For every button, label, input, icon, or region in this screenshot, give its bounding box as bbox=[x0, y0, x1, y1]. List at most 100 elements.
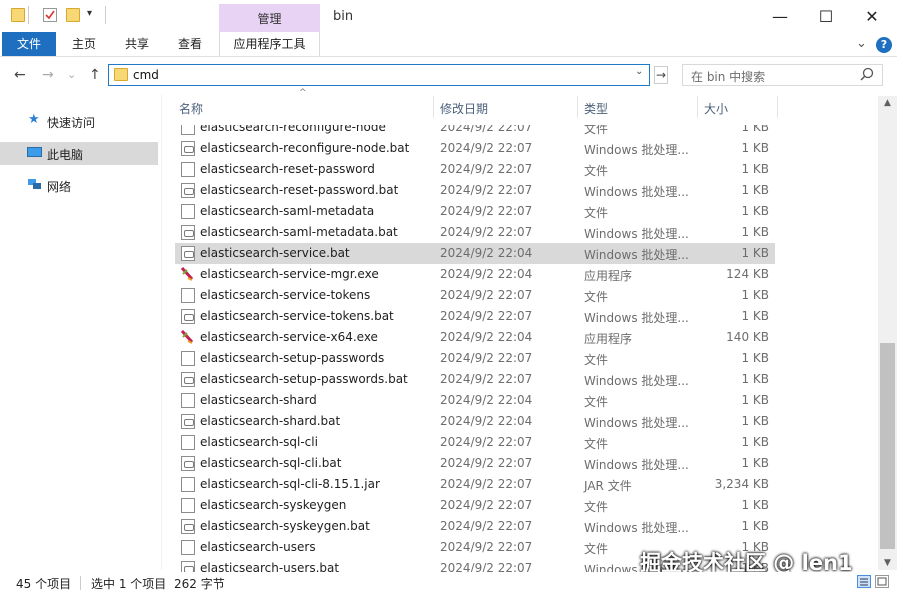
file-date: 2024/9/2 22:07 bbox=[440, 498, 533, 512]
status-item-count: 45 个项目 bbox=[16, 577, 72, 591]
file-name: elasticsearch-reset-password.bat bbox=[200, 183, 399, 197]
file-size: 1 KB bbox=[741, 246, 769, 260]
file-size: 1 KB bbox=[741, 372, 769, 386]
file-date: 2024/9/2 22:07 bbox=[440, 141, 533, 155]
file-type: 应用程序 bbox=[584, 332, 633, 346]
file-icon bbox=[181, 540, 195, 555]
application-icon bbox=[179, 266, 194, 281]
file-size: 140 KB bbox=[726, 330, 769, 344]
file-row[interactable]: elasticsearch-setup-passwords 2024/9/2 22… bbox=[175, 348, 775, 369]
file-name: elasticsearch-service-mgr.exe bbox=[200, 267, 379, 281]
file-date: 2024/9/2 22:07 bbox=[440, 288, 533, 302]
file-date: 2024/9/2 22:07 bbox=[440, 225, 533, 239]
list-clip bbox=[165, 118, 877, 125]
file-icon bbox=[181, 288, 195, 303]
file-size: 1 KB bbox=[741, 498, 769, 512]
scroll-down-arrow[interactable]: ▼ bbox=[880, 558, 895, 568]
file-size: 1 KB bbox=[741, 288, 769, 302]
file-icon bbox=[181, 162, 195, 177]
file-icon bbox=[181, 351, 195, 366]
file-row[interactable]: elasticsearch-service-tokens.bat 2024/9/2… bbox=[175, 306, 775, 327]
help-icon[interactable]: ? bbox=[876, 37, 892, 53]
batch-file-icon bbox=[181, 246, 195, 261]
file-row[interactable]: elasticsearch-shard.bat 2024/9/2 22:04 Win… bbox=[175, 411, 775, 432]
file-row[interactable]: elasticsearch-shard 2024/9/2 22:04 文件 1 KB bbox=[175, 390, 775, 411]
file-date: 2024/9/2 22:04 bbox=[440, 246, 533, 260]
file-row[interactable]: elasticsearch-service-mgr.exe 2024/9/2 22… bbox=[175, 264, 775, 285]
file-icon bbox=[181, 477, 195, 492]
status-selected-count: 选中 1 个项目 bbox=[91, 577, 167, 591]
file-type: 文件 bbox=[584, 206, 609, 220]
file-type: Windows 批处理... bbox=[584, 143, 689, 157]
file-name: elasticsearch-service-tokens bbox=[200, 288, 371, 302]
file-type: Windows 批处理... bbox=[584, 311, 689, 325]
file-size: 1 KB bbox=[741, 456, 769, 470]
file-type: 文件 bbox=[584, 164, 609, 178]
file-size: 1 KB bbox=[741, 183, 769, 197]
details-view-icon[interactable] bbox=[857, 575, 871, 588]
status-selected-size: 262 字节 bbox=[174, 577, 225, 591]
file-name: elasticsearch-saml-metadata bbox=[200, 204, 375, 218]
application-icon bbox=[179, 329, 194, 344]
file-row[interactable]: elasticsearch-service-x64.exe 2024/9/2 22… bbox=[175, 327, 775, 348]
file-row[interactable]: elasticsearch-service.bat 2024/9/2 22:04 W… bbox=[175, 243, 775, 264]
file-date: 2024/9/2 22:07 bbox=[440, 519, 533, 533]
file-date: 2024/9/2 22:07 bbox=[440, 309, 533, 323]
batch-file-icon bbox=[181, 414, 195, 429]
file-name: elasticsearch-syskeygen.bat bbox=[200, 519, 370, 533]
file-date: 2024/9/2 22:07 bbox=[440, 435, 533, 449]
file-row[interactable]: elasticsearch-sql-cli 2024/9/2 22:07 文件 1 K… bbox=[175, 432, 775, 453]
file-row[interactable]: elasticsearch-sql-cli.bat 2024/9/2 22:07 W… bbox=[175, 453, 775, 474]
file-name: elasticsearch-shard.bat bbox=[200, 414, 341, 428]
file-type: Windows 批处理... bbox=[584, 458, 689, 472]
file-row[interactable]: elasticsearch-setup-passwords.bat 2024/9/… bbox=[175, 369, 775, 390]
file-type: 文件 bbox=[584, 437, 609, 451]
file-type: 文件 bbox=[584, 353, 609, 367]
file-name: elasticsearch-users bbox=[200, 540, 316, 554]
batch-file-icon bbox=[181, 519, 195, 534]
file-name: elasticsearch-setup-passwords bbox=[200, 351, 385, 365]
batch-file-icon bbox=[181, 141, 195, 156]
file-date: 2024/9/2 22:07 bbox=[440, 372, 533, 386]
file-type: Windows 批处理... bbox=[584, 185, 689, 199]
file-type: 文件 bbox=[584, 290, 609, 304]
file-name: elasticsearch-reconfigure-node.bat bbox=[200, 141, 410, 155]
file-size: 124 KB bbox=[726, 267, 769, 281]
file-size: 1 KB bbox=[741, 204, 769, 218]
file-row[interactable]: elasticsearch-reconfigure-node.bat 2024/9… bbox=[175, 138, 775, 159]
scrollbar-thumb[interactable] bbox=[880, 343, 895, 549]
file-size: 1 KB bbox=[741, 435, 769, 449]
file-date: 2024/9/2 22:04 bbox=[440, 414, 533, 428]
file-size: 1 KB bbox=[741, 309, 769, 323]
file-size: 3,234 KB bbox=[714, 477, 769, 491]
file-row[interactable]: elasticsearch-reset-password 2024/9/2 22:… bbox=[175, 159, 775, 180]
file-date: 2024/9/2 22:07 bbox=[440, 183, 533, 197]
file-name: elasticsearch-shard bbox=[200, 393, 317, 407]
file-name: elasticsearch-sql-cli bbox=[200, 435, 318, 449]
file-name: elasticsearch-saml-metadata.bat bbox=[200, 225, 398, 239]
file-row[interactable]: elasticsearch-sql-cli-8.15.1.jar 2024/9/2… bbox=[175, 474, 775, 495]
file-row[interactable]: elasticsearch-syskeygen.bat 2024/9/2 22:0… bbox=[175, 516, 775, 537]
file-name: elasticsearch-sql-cli.bat bbox=[200, 456, 342, 470]
file-name: elasticsearch-setup-passwords.bat bbox=[200, 372, 408, 386]
file-name: elasticsearch-sql-cli-8.15.1.jar bbox=[200, 477, 380, 491]
file-size: 1 KB bbox=[741, 141, 769, 155]
file-date: 2024/9/2 22:07 bbox=[440, 456, 533, 470]
file-name: elasticsearch-service-x64.exe bbox=[200, 330, 378, 344]
file-date: 2024/9/2 22:04 bbox=[440, 393, 533, 407]
scroll-up-arrow[interactable]: ▲ bbox=[880, 98, 895, 108]
file-name: elasticsearch-syskeygen bbox=[200, 498, 347, 512]
file-size: 1 KB bbox=[741, 414, 769, 428]
file-type: JAR 文件 bbox=[584, 479, 632, 493]
file-date: 2024/9/2 22:07 bbox=[440, 162, 533, 176]
file-type: 应用程序 bbox=[584, 269, 633, 283]
file-row[interactable]: elasticsearch-saml-metadata 2024/9/2 22:0… bbox=[175, 201, 775, 222]
file-row[interactable]: elasticsearch-syskeygen 2024/9/2 22:07 文件 1… bbox=[175, 495, 775, 516]
large-icons-view-icon[interactable] bbox=[875, 575, 889, 588]
file-row[interactable]: elasticsearch-reset-password.bat 2024/9/2… bbox=[175, 180, 775, 201]
file-date: 2024/9/2 22:04 bbox=[440, 330, 533, 344]
file-row[interactable]: elasticsearch-saml-metadata.bat 2024/9/2 … bbox=[175, 222, 775, 243]
file-type: 文件 bbox=[584, 500, 609, 514]
file-name: elasticsearch-reset-password bbox=[200, 162, 375, 176]
file-row[interactable]: elasticsearch-service-tokens 2024/9/2 22:… bbox=[175, 285, 775, 306]
